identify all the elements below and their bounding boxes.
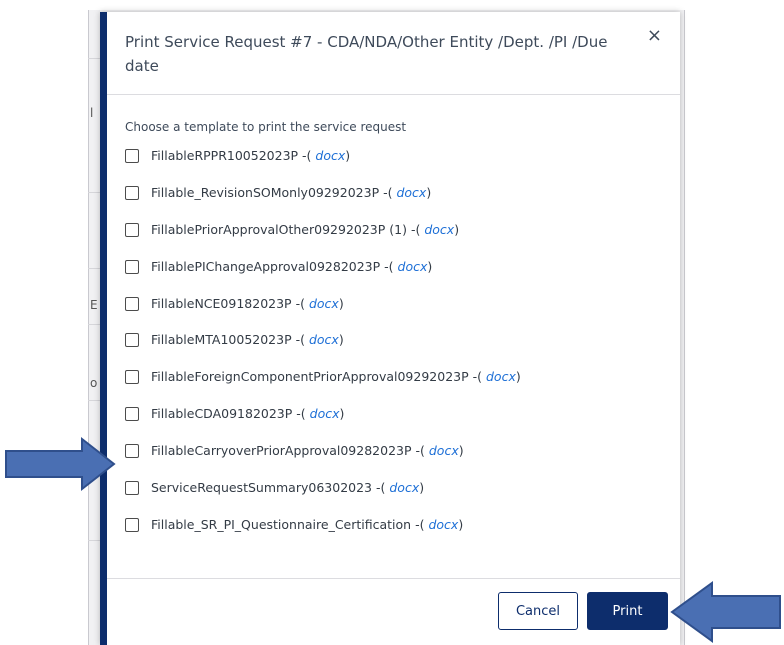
template-name: FillableRPPR10052023P (151, 148, 299, 163)
docx-link[interactable]: docx (398, 259, 428, 274)
template-checkbox[interactable] (125, 333, 139, 348)
background-divider (88, 268, 100, 269)
background-text-fragment: o (90, 376, 98, 390)
template-option: FillablePIChangeApproval09282023P -( doc… (125, 259, 662, 296)
template-suffix-open: -( (292, 406, 310, 422)
template-suffix-close: ) (345, 148, 351, 163)
template-suffix-close: ) (454, 221, 460, 237)
template-suffix-open: -( (468, 369, 486, 385)
template-suffix-close: ) (426, 184, 432, 200)
background-text-fragment: E (90, 298, 98, 312)
template-suffix-close: ) (515, 369, 521, 385)
template-option: FillableCarryoverPriorApproval09282023P … (125, 443, 662, 480)
print-service-request-dialog: Print Service Request #7 - CDA/NDA/Other… (100, 12, 680, 645)
template-suffix-close: ) (419, 480, 425, 496)
template-option: Fillable_SR_PI_Questionnaire_Certificati… (125, 517, 662, 554)
template-suffix-open: -( (291, 295, 309, 311)
template-option: Fillable_RevisionSOMonly09292023P -( doc… (125, 185, 662, 222)
template-name: Fillable_SR_PI_Questionnaire_Certificati… (151, 516, 412, 532)
arrow-right-icon (5, 436, 116, 492)
template-name: FillableCDA09182023P (151, 406, 293, 422)
template-label: Fillable_RevisionSOMonly09292023P -( doc… (151, 185, 431, 200)
template-option: FillableRPPR10052023P -( docx) (125, 148, 662, 185)
template-name: FillableNCE09182023P (151, 295, 292, 311)
template-checkbox[interactable] (125, 481, 139, 496)
template-suffix-open: -( (291, 332, 309, 348)
template-checkbox[interactable] (125, 370, 139, 385)
template-suffix-open: -( (380, 258, 398, 274)
template-option: FillableMTA10052023P -( docx) (125, 332, 662, 369)
template-label: FillableCarryoverPriorApproval09282023P … (151, 443, 464, 458)
template-suffix-close: ) (458, 443, 464, 459)
docx-link[interactable]: docx (315, 148, 345, 163)
template-checkbox[interactable] (125, 517, 139, 532)
template-label: Fillable_SR_PI_Questionnaire_Certificati… (151, 517, 463, 532)
close-icon[interactable]: × (647, 26, 662, 46)
template-name: FillablePriorApprovalOther09292023P (1) (151, 221, 407, 237)
template-suffix-close: ) (339, 406, 345, 422)
background-text-fragment: l (90, 106, 94, 120)
template-name: ServiceRequestSummary06302023 (151, 480, 373, 496)
template-suffix-close: ) (338, 295, 344, 311)
template-suffix-open: -( (411, 443, 429, 459)
template-name: Fillable_RevisionSOMonly09292023P (151, 184, 380, 200)
template-label: FillableMTA10052023P -( docx) (151, 332, 344, 347)
template-suffix-close: ) (338, 332, 344, 348)
template-option: FillableCDA09182023P -( docx) (125, 406, 662, 443)
template-checkbox[interactable] (125, 444, 139, 459)
template-option: ServiceRequestSummary06302023 -( docx) (125, 480, 662, 517)
template-name: FillableCarryoverPriorApproval09282023P (151, 443, 412, 459)
docx-link[interactable]: docx (310, 406, 340, 421)
template-suffix-open: -( (406, 221, 425, 237)
docx-link[interactable]: docx (309, 296, 339, 311)
background-divider (88, 58, 100, 59)
background-divider (88, 400, 100, 401)
docx-link[interactable]: docx (309, 332, 339, 347)
template-suffix-open: -( (411, 516, 429, 532)
template-checkbox[interactable] (125, 407, 139, 422)
template-suffix-open: -( (372, 480, 390, 496)
template-name: FillablePIChangeApproval09282023P (151, 258, 381, 274)
template-list: FillableRPPR10052023P -( docx) Fillable_R… (125, 148, 662, 554)
template-option: FillableForeignComponentPriorApproval092… (125, 369, 662, 406)
template-checkbox[interactable] (125, 185, 139, 200)
print-button[interactable]: Print (587, 592, 668, 630)
template-name: FillableForeignComponentPriorApproval092… (151, 369, 469, 385)
template-label: FillableRPPR10052023P -( docx) (151, 148, 350, 163)
dialog-body: Choose a template to print the service r… (125, 120, 662, 554)
template-suffix-open: -( (298, 148, 316, 163)
dialog-footer: Cancel Print (107, 578, 680, 645)
cancel-button[interactable]: Cancel (498, 592, 578, 630)
background-divider (88, 324, 100, 325)
template-checkbox[interactable] (125, 259, 139, 274)
template-label: FillablePIChangeApproval09282023P -( doc… (151, 259, 432, 274)
dialog-header: Print Service Request #7 - CDA/NDA/Other… (107, 12, 680, 95)
template-label: FillablePriorApprovalOther09292023P (1) … (151, 222, 459, 237)
template-checkbox[interactable] (125, 222, 139, 237)
docx-link[interactable]: docx (424, 222, 454, 237)
template-option: FillableNCE09182023P -( docx) (125, 296, 662, 333)
template-checkbox[interactable] (125, 149, 139, 163)
template-checkbox[interactable] (125, 296, 139, 311)
template-label: ServiceRequestSummary06302023 -( docx) (151, 480, 424, 495)
template-suffix-open: -( (379, 184, 397, 200)
template-option: FillablePriorApprovalOther09292023P (1) … (125, 222, 662, 259)
docx-link[interactable]: docx (429, 443, 459, 458)
template-label: FillableForeignComponentPriorApproval092… (151, 369, 521, 384)
template-label: FillableNCE09182023P -( docx) (151, 296, 344, 311)
docx-link[interactable]: docx (428, 517, 458, 532)
docx-link[interactable]: docx (486, 369, 516, 384)
dialog-title: Print Service Request #7 - CDA/NDA/Other… (125, 33, 608, 75)
template-instruction: Choose a template to print the service r… (125, 120, 407, 134)
background-divider (88, 540, 100, 541)
template-suffix-close: ) (427, 258, 433, 274)
template-label: FillableCDA09182023P -( docx) (151, 406, 344, 421)
template-suffix-close: ) (458, 516, 464, 532)
arrow-left-icon (670, 581, 781, 643)
background-divider (88, 192, 100, 193)
docx-link[interactable]: docx (389, 480, 419, 495)
docx-link[interactable]: docx (396, 185, 426, 200)
template-name: FillableMTA10052023P (151, 332, 292, 348)
